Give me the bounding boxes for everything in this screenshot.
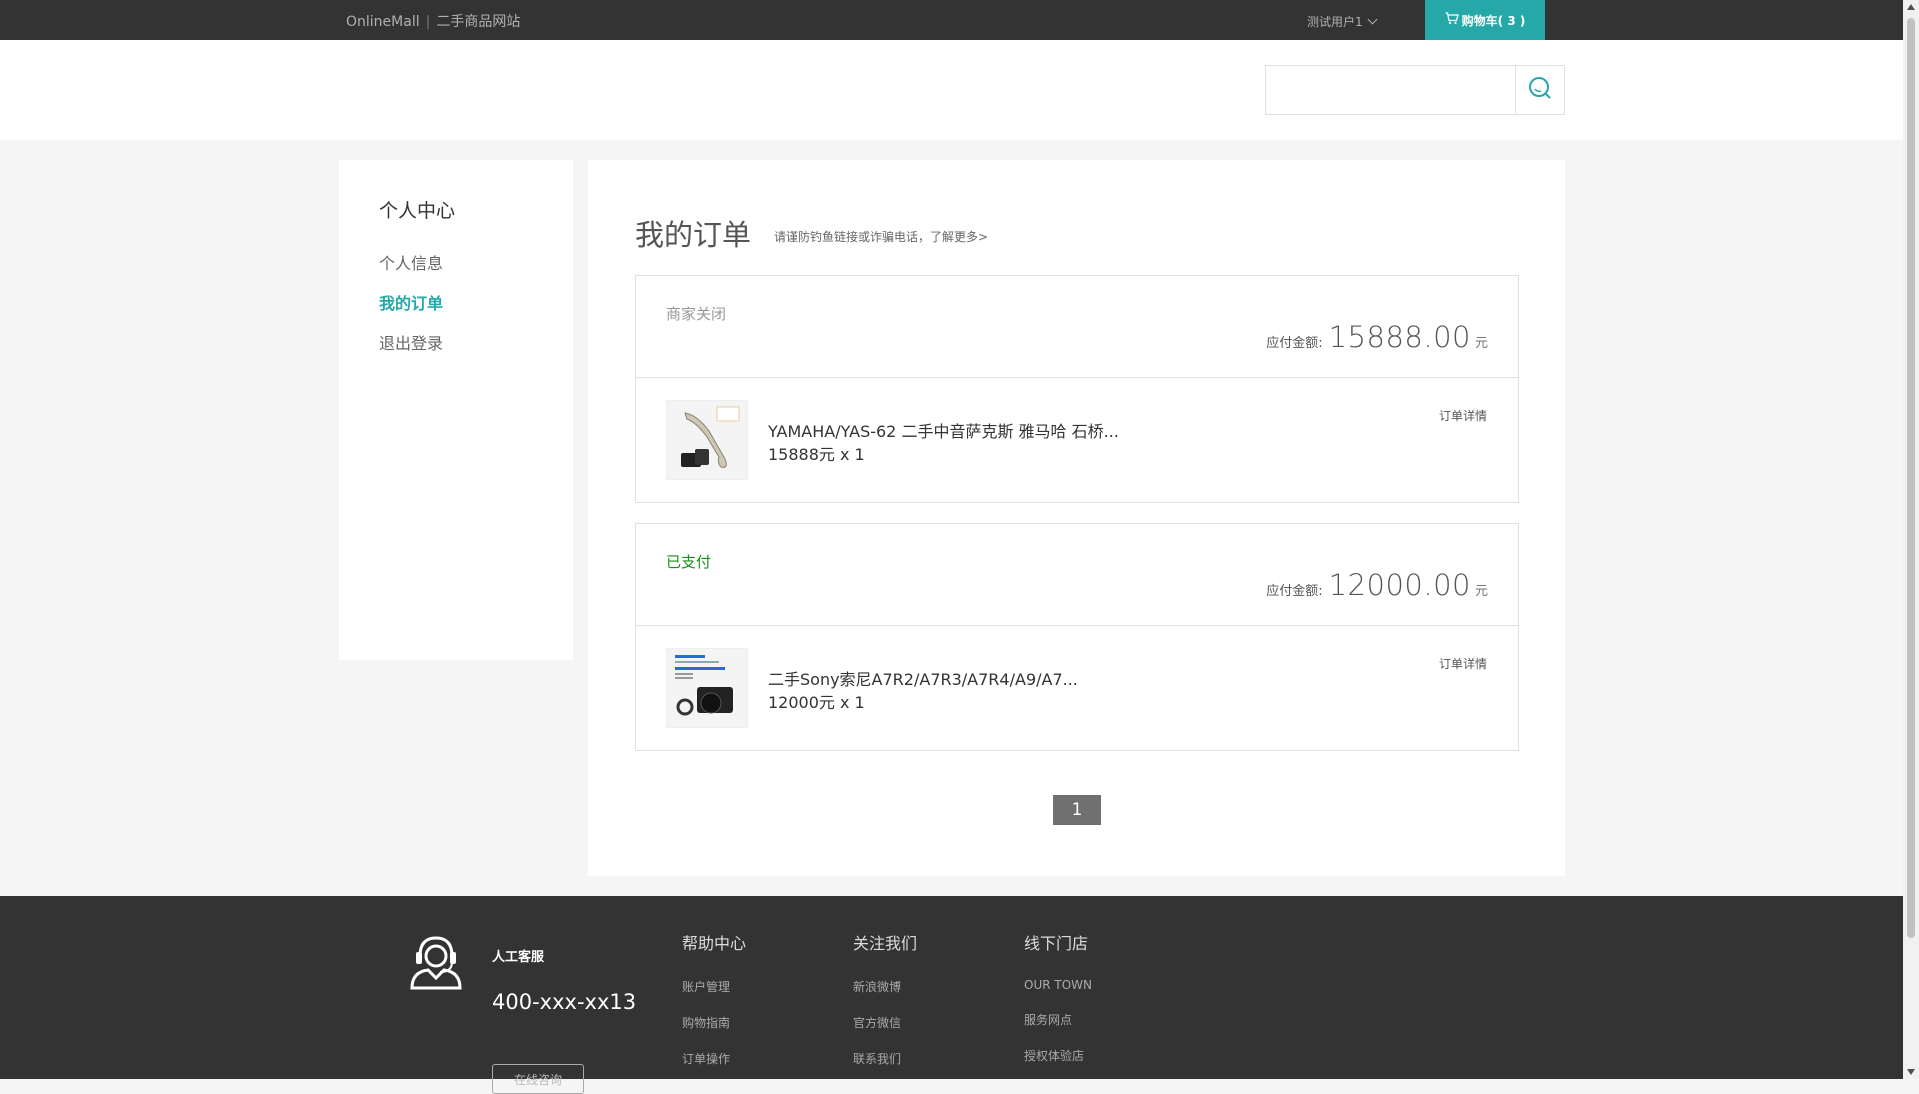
currency-unit: 元 [1474, 584, 1488, 599]
hotline-label: 人工客服 [492, 950, 545, 965]
scroll-down-arrow-icon[interactable] [1907, 1069, 1915, 1075]
footer-link[interactable]: 服务网点 [1024, 1011, 1092, 1028]
chevron-down-icon [1367, 14, 1378, 25]
cart-button[interactable]: 购物车( 3 ) [1425, 0, 1545, 40]
footer: 人工客服 400-xxx-xx13 在线咨询 帮助中心 账户管理 购物指南 订单… [0, 896, 1903, 1094]
currency-unit: 元 [1474, 336, 1488, 351]
footer-column-follow: 关注我们 新浪微博 官方微信 联系我们 [853, 930, 917, 1067]
scrollbar-thumb[interactable] [1907, 18, 1915, 938]
footer-link[interactable]: OUR TOWN [1024, 978, 1092, 992]
sidebar: 个人中心 个人信息 我的订单 退出登录 [339, 160, 573, 660]
sidebar-title: 个人中心 [379, 200, 456, 222]
online-consult-button[interactable]: 在线咨询 [492, 1064, 584, 1094]
order-card: 已支付 应付金额: 12000.00 元 二手Sony索尼A7R2/A7R3/A… [635, 523, 1519, 751]
search-input[interactable] [1265, 65, 1516, 115]
customer-service-headset-icon [408, 932, 464, 994]
cart-icon [1445, 12, 1459, 28]
footer-link[interactable]: 联系我们 [853, 1050, 917, 1067]
page-scrollbar[interactable] [1903, 0, 1919, 1079]
footer-link[interactable]: 官方微信 [853, 1014, 917, 1031]
product-name[interactable]: YAMAHA/YAS-62 二手中音萨克斯 雅马哈 石桥... [768, 418, 1119, 442]
order-amount: 应付金额: 12000.00 元 [1266, 568, 1488, 602]
order-card: 商家关闭 应付金额: 15888.00 元 YAMAHA/YAS-62 二手中音… [635, 275, 1519, 503]
orders-panel: 我的订单 请谨防钓鱼链接或诈骗电话，了解更多> 商家关闭 应付金额: 15888… [588, 160, 1565, 876]
order-status: 商家关闭 [666, 305, 727, 323]
brand-subtitle: 二手商品网站 [436, 14, 521, 30]
username: 测试用户1 [1307, 15, 1363, 29]
site-brand[interactable]: OnlineMall | 二手商品网站 [346, 11, 520, 31]
product-thumbnail[interactable] [666, 400, 748, 480]
product-price-qty: 12000元 x 1 [768, 693, 865, 712]
footer-column-title: 关注我们 [853, 934, 918, 953]
user-menu[interactable]: 测试用户1 [1307, 13, 1378, 30]
product-name[interactable]: 二手Sony索尼A7R2/A7R3/A7R4/A9/A7... [768, 666, 1078, 690]
footer-link[interactable]: 新浪微博 [853, 978, 917, 995]
footer-column-title: 帮助中心 [682, 934, 747, 953]
amount-value: 15888.00 [1328, 320, 1471, 354]
product-thumbnail[interactable] [666, 648, 748, 728]
brand-separator: | [425, 14, 431, 30]
footer-column-stores: 线下门店 OUR TOWN 服务网点 授权体验店 [1024, 930, 1092, 1064]
product-price-qty: 15888元 x 1 [768, 445, 865, 464]
header [0, 40, 1903, 140]
cart-label: 购物车( 3 ) [1461, 13, 1526, 28]
camera-image [675, 655, 733, 716]
saxophone-image [681, 406, 740, 468]
pagination-page[interactable]: 1 [1053, 795, 1101, 825]
search-icon [1527, 75, 1553, 105]
order-item: 二手Sony索尼A7R2/A7R3/A7R4/A9/A7... 12000元 x… [636, 626, 1518, 750]
amount-label: 应付金额: [1266, 336, 1323, 351]
footer-column-help: 帮助中心 账户管理 购物指南 订单操作 [682, 930, 746, 1067]
order-status: 已支付 [666, 553, 712, 571]
footer-link[interactable]: 账户管理 [682, 978, 746, 995]
sidebar-item-logout[interactable]: 退出登录 [379, 330, 443, 354]
footer-link[interactable]: 购物指南 [682, 1014, 746, 1031]
footer-link[interactable]: 授权体验店 [1024, 1047, 1092, 1064]
top-bar: OnlineMall | 二手商品网站 测试用户1 购物车( 3 ) [0, 0, 1903, 40]
hotline-number: 400-xxx-xx13 [492, 990, 637, 1014]
search-button[interactable] [1515, 65, 1565, 115]
order-header: 商家关闭 应付金额: 15888.00 元 [636, 276, 1518, 378]
order-header: 已支付 应付金额: 12000.00 元 [636, 524, 1518, 626]
security-tip-link[interactable]: 请谨防钓鱼链接或诈骗电话，了解更多> [774, 228, 988, 245]
order-item: YAMAHA/YAS-62 二手中音萨克斯 雅马哈 石桥... 15888元 x… [636, 378, 1518, 502]
sidebar-item-orders[interactable]: 我的订单 [379, 290, 443, 314]
footer-link[interactable]: 订单操作 [682, 1050, 746, 1067]
footer-column-title: 线下门店 [1024, 934, 1089, 953]
page-title: 我的订单 [635, 218, 752, 252]
order-detail-link[interactable]: 订单详情 [1439, 407, 1487, 424]
sidebar-item-profile[interactable]: 个人信息 [379, 250, 443, 274]
brand-name: OnlineMall [346, 14, 420, 30]
order-detail-link[interactable]: 订单详情 [1439, 655, 1487, 672]
amount-label: 应付金额: [1266, 584, 1323, 599]
amount-value: 12000.00 [1328, 568, 1471, 602]
order-amount: 应付金额: 15888.00 元 [1266, 320, 1488, 354]
scroll-up-arrow-icon[interactable] [1907, 4, 1915, 10]
